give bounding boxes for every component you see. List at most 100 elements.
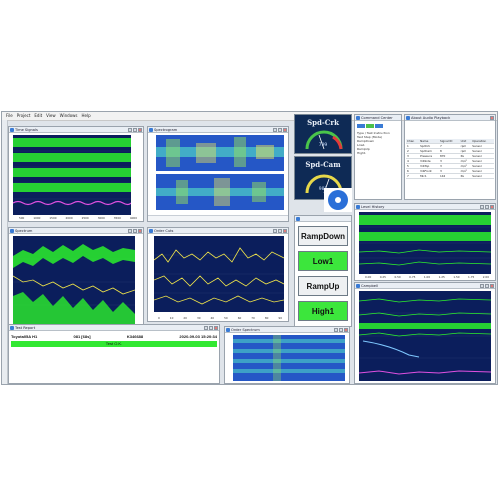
command-button[interactable] (357, 124, 365, 128)
cell: 142 (438, 173, 460, 179)
panel-title: Command Center (355, 115, 401, 121)
report-header: Toyota05A H1 081 [68s] K346688 2020-09-0… (11, 334, 217, 339)
x-tick: 10 (169, 316, 174, 320)
cell: 7 (406, 173, 420, 179)
level-history-svg (359, 215, 491, 266)
close-button[interactable] (344, 328, 348, 332)
panel-title: Campbell (355, 283, 495, 289)
spectrogram-toolbar[interactable] (148, 215, 288, 221)
command-list: Type / Test Instruction Test Step (Mode)… (357, 131, 399, 155)
minimize-button[interactable] (334, 328, 338, 332)
spectrum-plot[interactable] (13, 236, 135, 329)
order-cuts-plot[interactable] (154, 236, 284, 312)
panel-title-text: Campbell (361, 284, 378, 288)
high1-button[interactable]: High1 (298, 301, 348, 321)
maximize-button[interactable] (278, 128, 282, 132)
menu-edit[interactable]: Edit (34, 112, 42, 120)
order-cuts-panel: Order Cuts 0 10 20 30 40 50 60 70 80 90 (147, 227, 289, 322)
menu-project[interactable]: Project (17, 112, 31, 120)
campbell-line-magenta (359, 370, 491, 375)
x-tick: 4000 (129, 216, 137, 220)
test-result-bar: Test O.K. (11, 341, 217, 347)
maximize-button[interactable] (339, 328, 343, 332)
x-tick: 1.00 (423, 275, 431, 279)
ramp-up-button[interactable]: RampUp (298, 276, 348, 296)
x-tick: 3500 (113, 216, 121, 220)
maximize-button[interactable] (485, 205, 489, 209)
campbell-line-3 (359, 332, 491, 337)
order-line-3 (154, 295, 284, 305)
level-history-plot[interactable] (359, 212, 491, 274)
low1-button[interactable]: Low1 (298, 251, 348, 271)
spectrum-line-yellow (13, 275, 135, 295)
x-tick: 90 (278, 316, 282, 320)
x-tick: 1.25 (438, 275, 445, 279)
spectrogram-top[interactable] (156, 135, 284, 171)
minimize-button[interactable] (480, 205, 484, 209)
order-spectrum-plot[interactable] (233, 335, 345, 381)
ramp-down-button[interactable]: RampDown (298, 226, 348, 246)
campbell-plot[interactable] (359, 291, 491, 381)
time-signal-plot[interactable] (13, 135, 131, 215)
trace-band-2 (13, 153, 131, 162)
minimize-button[interactable] (480, 284, 484, 288)
menu-file[interactable]: File (6, 112, 13, 120)
menu-windows[interactable]: Windows (60, 112, 78, 120)
close-button[interactable] (138, 229, 142, 233)
campbell-line-1 (359, 298, 491, 303)
panel-icon (10, 229, 14, 233)
order-line-2 (154, 275, 284, 287)
maximize-button[interactable] (133, 128, 137, 132)
maximize-button[interactable] (133, 229, 137, 233)
x-tick: 20 (183, 316, 187, 320)
x-tick: 40 (210, 316, 215, 320)
maximize-button[interactable] (278, 229, 282, 233)
close-button[interactable] (490, 205, 494, 209)
panel-title-text: Command Center (361, 116, 393, 120)
close-button[interactable] (490, 284, 494, 288)
maximize-button[interactable] (485, 284, 489, 288)
play-disc-icon[interactable] (324, 188, 352, 212)
command-row[interactable]: High1 (357, 151, 399, 155)
menu-view[interactable]: View (46, 112, 56, 120)
minimize-button[interactable] (128, 229, 132, 233)
x-tick: 1500 (49, 216, 57, 220)
panel-title-text: Spectrogram (154, 128, 178, 132)
close-button[interactable] (490, 116, 494, 120)
x-tick: 30 (196, 316, 201, 320)
x-tick: 2000 (65, 216, 73, 220)
close-button[interactable] (138, 128, 142, 132)
minimize-button[interactable] (273, 128, 277, 132)
x-tick: 0.75 (409, 275, 416, 279)
command-button[interactable] (366, 124, 374, 128)
spectrogram-bottom[interactable] (156, 174, 284, 210)
panel-icon (10, 128, 14, 132)
x-tick: 3000 (97, 216, 105, 220)
panel-title: Spectrogram (148, 127, 288, 133)
menu-help[interactable]: Help (82, 112, 91, 120)
close-button[interactable] (283, 128, 287, 132)
campbell-svg (359, 298, 491, 375)
minimize-button[interactable] (128, 128, 132, 132)
minimize-button[interactable] (273, 229, 277, 233)
x-tick: 1000 (33, 216, 41, 220)
x-tick: 0.00 (365, 275, 372, 279)
command-center-panel: Command Center Type / Test Instruction T… (354, 114, 402, 200)
channel-table: Chan Name Signal ID Unit Operation 1 SpdC… (406, 139, 494, 179)
gauge-dial (305, 130, 343, 150)
panel-title-text: Spectrum (15, 229, 33, 233)
table-row[interactable]: 7 Mic1 142 Pa Sensor (406, 173, 494, 179)
command-button[interactable] (375, 124, 383, 128)
gauge-value: 799 (318, 143, 328, 148)
campbell-line-blue (362, 340, 420, 358)
close-button[interactable] (283, 229, 287, 233)
level-band-2 (359, 232, 491, 241)
x-tick: 70 (251, 316, 255, 320)
x-tick: 1.75 (468, 275, 475, 279)
minimize-button[interactable] (204, 326, 208, 330)
maximize-button[interactable] (209, 326, 213, 330)
audio-playback-panel: About Audio Playback Chan Name Signal ID… (404, 114, 496, 200)
panel-icon (149, 229, 153, 233)
close-button[interactable] (214, 326, 218, 330)
spectrogram-bottom-svg (156, 174, 284, 210)
